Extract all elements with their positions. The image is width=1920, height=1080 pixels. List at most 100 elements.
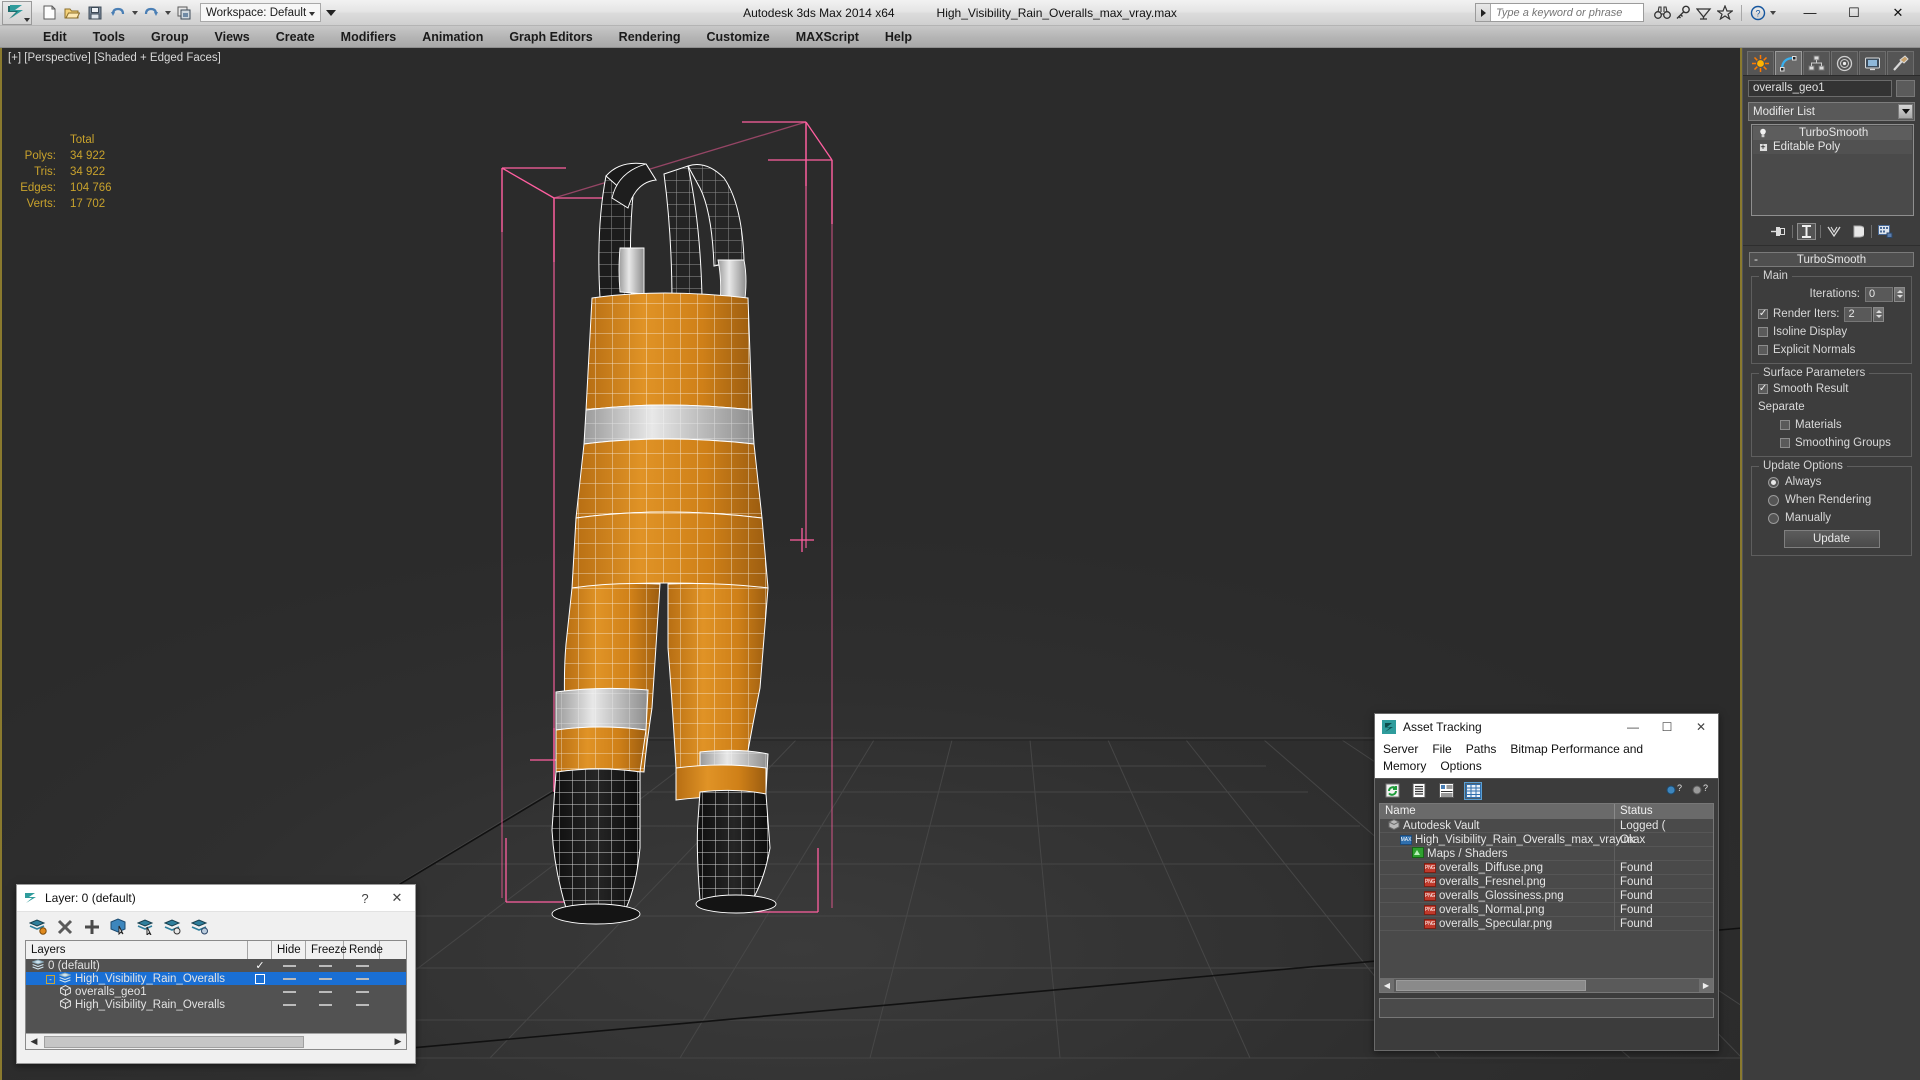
radio-button[interactable]	[1768, 512, 1779, 524]
scroll-right-icon[interactable]: ▶	[1699, 979, 1713, 992]
render-iters-field[interactable]: 2	[1844, 306, 1873, 322]
menu-group[interactable]: Group	[138, 26, 202, 48]
asset-horizontal-scrollbar[interactable]: ◀ ▶	[1380, 978, 1713, 992]
search-binoculars-icon[interactable]	[1653, 4, 1671, 22]
update-option-when-rendering[interactable]: When Rendering	[1758, 494, 1905, 506]
asset-menu-options[interactable]: Options	[1440, 759, 1481, 773]
layer-list[interactable]: Layers Hide Freeze Rende 0 (default) ✓ - High_…	[25, 940, 407, 1050]
radio-button[interactable]	[1768, 476, 1779, 488]
asset-row[interactable]: Autodesk Vault Logged (	[1380, 818, 1713, 833]
layer-current-cell[interactable]: ✓	[248, 959, 272, 972]
layer-toggle-cell[interactable]	[306, 977, 344, 980]
asset-row[interactable]: MAX High_Visibility_Rain_Overalls_max_vra…	[1380, 832, 1713, 847]
layer-column-current[interactable]	[248, 941, 272, 959]
expand-collapse-icon[interactable]: -	[46, 973, 55, 985]
menu-views[interactable]: Views	[202, 26, 263, 48]
layer-column-hide[interactable]: Hide	[272, 941, 306, 959]
smoothing-groups-checkbox[interactable]	[1780, 438, 1790, 448]
set-project-folder-icon[interactable]	[173, 2, 195, 23]
motion-tab-icon[interactable]	[1831, 51, 1858, 75]
layer-help-button[interactable]: ?	[349, 886, 381, 911]
menu-customize[interactable]: Customize	[693, 26, 782, 48]
layer-toggle-cell[interactable]	[272, 977, 306, 980]
layer-row[interactable]: High_Visibility_Rain_Overalls	[26, 997, 406, 1011]
layer-horizontal-scrollbar[interactable]: ◀ ▶	[26, 1033, 406, 1049]
update-option-always[interactable]: Always	[1758, 476, 1905, 488]
scroll-left-icon[interactable]: ◀	[26, 1034, 42, 1049]
workspace-dropdown-button[interactable]	[322, 2, 340, 23]
search-input[interactable]	[1491, 4, 1643, 21]
turbosmooth-rollout-header[interactable]: - TurboSmooth	[1749, 252, 1914, 267]
stack-item-turbosmooth[interactable]: TurboSmooth	[1753, 126, 1912, 140]
update-option-manually[interactable]: Manually	[1758, 512, 1905, 524]
asset-tracking-dialog[interactable]: Asset Tracking — ☐ ✕ Server File Paths Bitm…	[1374, 713, 1719, 1051]
workspace-chevron-icon[interactable]	[306, 7, 318, 19]
asset-row[interactable]: PNG overalls_Diffuse.png Found	[1380, 860, 1713, 875]
layer-toggle-cell[interactable]	[306, 964, 344, 967]
menu-animation[interactable]: Animation	[409, 26, 496, 48]
asset-row[interactable]: Maps / Shaders	[1380, 846, 1713, 861]
layer-toggle-cell[interactable]	[272, 964, 306, 967]
layer-dialog[interactable]: Layer: 0 (default) ? ✕ Layers Hide Freez…	[16, 884, 416, 1064]
render-iters-spinner[interactable]	[1873, 306, 1885, 322]
layer-toggle-cell[interactable]	[344, 977, 380, 980]
viewport-label[interactable]: [+] [Perspective] [Shaded + Edged Faces]	[8, 52, 221, 64]
create-new-layer-icon[interactable]	[27, 917, 48, 937]
menu-help[interactable]: Help	[872, 26, 925, 48]
grid-view-icon[interactable]	[1464, 781, 1482, 800]
object-name-field[interactable]: overalls_geo1	[1748, 80, 1892, 97]
asset-minimize-button[interactable]: —	[1616, 714, 1650, 739]
menu-graph-editors[interactable]: Graph Editors	[496, 26, 605, 48]
create-tab-icon[interactable]	[1747, 51, 1774, 75]
layer-column-rende[interactable]: Rende	[344, 941, 383, 959]
modify-tab-icon[interactable]	[1775, 51, 1802, 75]
asset-menu-file[interactable]: File	[1432, 742, 1451, 756]
isoline-display-checkbox[interactable]	[1758, 327, 1768, 337]
vault-help-icon[interactable]: ?	[1665, 782, 1683, 800]
pin-stack-icon[interactable]	[1769, 223, 1788, 240]
layer-close-button[interactable]: ✕	[381, 886, 413, 911]
asset-menu-bitmap[interactable]: Bitmap Performance and Memory	[1383, 742, 1643, 773]
column-status[interactable]: Status	[1615, 804, 1713, 819]
application-menu-button[interactable]	[2, 0, 32, 25]
select-objects-in-layer-icon[interactable]	[108, 917, 129, 937]
add-selection-icon[interactable]	[81, 917, 102, 937]
update-button[interactable]: Update	[1783, 530, 1880, 548]
column-name[interactable]: Name	[1380, 804, 1615, 819]
scroll-thumb[interactable]	[44, 1035, 304, 1048]
iterations-field[interactable]: 0	[1865, 286, 1893, 302]
object-color-swatch[interactable]	[1896, 80, 1915, 97]
menu-maxscript[interactable]: MAXScript	[783, 26, 872, 48]
new-file-icon[interactable]	[38, 2, 60, 23]
smooth-result-checkbox[interactable]	[1758, 384, 1768, 394]
layer-toggle-cell[interactable]	[272, 1003, 306, 1006]
menu-create[interactable]: Create	[263, 26, 328, 48]
modifier-list-dropdown[interactable]: Modifier List	[1748, 102, 1915, 121]
redo-icon[interactable]	[140, 2, 162, 23]
scroll-left-icon[interactable]: ◀	[1380, 979, 1394, 992]
modifier-stack[interactable]: TurboSmooth + Editable Poly	[1751, 124, 1914, 216]
asset-row[interactable]: PNG overalls_Fresnel.png Found	[1380, 874, 1713, 889]
layer-column-layers[interactable]: Layers	[26, 941, 248, 959]
menu-rendering[interactable]: Rendering	[606, 26, 694, 48]
asset-maximize-button[interactable]: ☐	[1650, 714, 1684, 739]
close-button[interactable]: ✕	[1876, 0, 1920, 26]
stack-item-editable-poly[interactable]: + Editable Poly	[1753, 140, 1912, 154]
layer-toggle-cell[interactable]	[306, 1003, 344, 1006]
undo-dropdown-icon[interactable]	[130, 2, 139, 23]
satellite-dish-icon[interactable]	[1695, 4, 1713, 22]
asset-close-button[interactable]: ✕	[1684, 714, 1718, 739]
asset-list[interactable]: Name Status Autodesk Vault Logged (MAX Hig…	[1379, 803, 1714, 993]
asset-menu-paths[interactable]: Paths	[1466, 742, 1497, 756]
utilities-tab-icon[interactable]	[1887, 51, 1914, 75]
open-file-icon[interactable]	[61, 2, 83, 23]
menu-edit[interactable]: Edit	[30, 26, 80, 48]
highlight-selected-icon[interactable]	[162, 917, 183, 937]
asset-row[interactable]: PNG overalls_Specular.png Found	[1380, 916, 1713, 931]
undo-icon[interactable]	[107, 2, 129, 23]
refresh-icon[interactable]	[1383, 782, 1401, 800]
select-highlighted-icon[interactable]	[135, 917, 156, 937]
search-bar[interactable]	[1475, 3, 1644, 22]
scroll-right-icon[interactable]: ▶	[390, 1034, 406, 1049]
configure-sets-icon[interactable]	[1876, 223, 1895, 240]
